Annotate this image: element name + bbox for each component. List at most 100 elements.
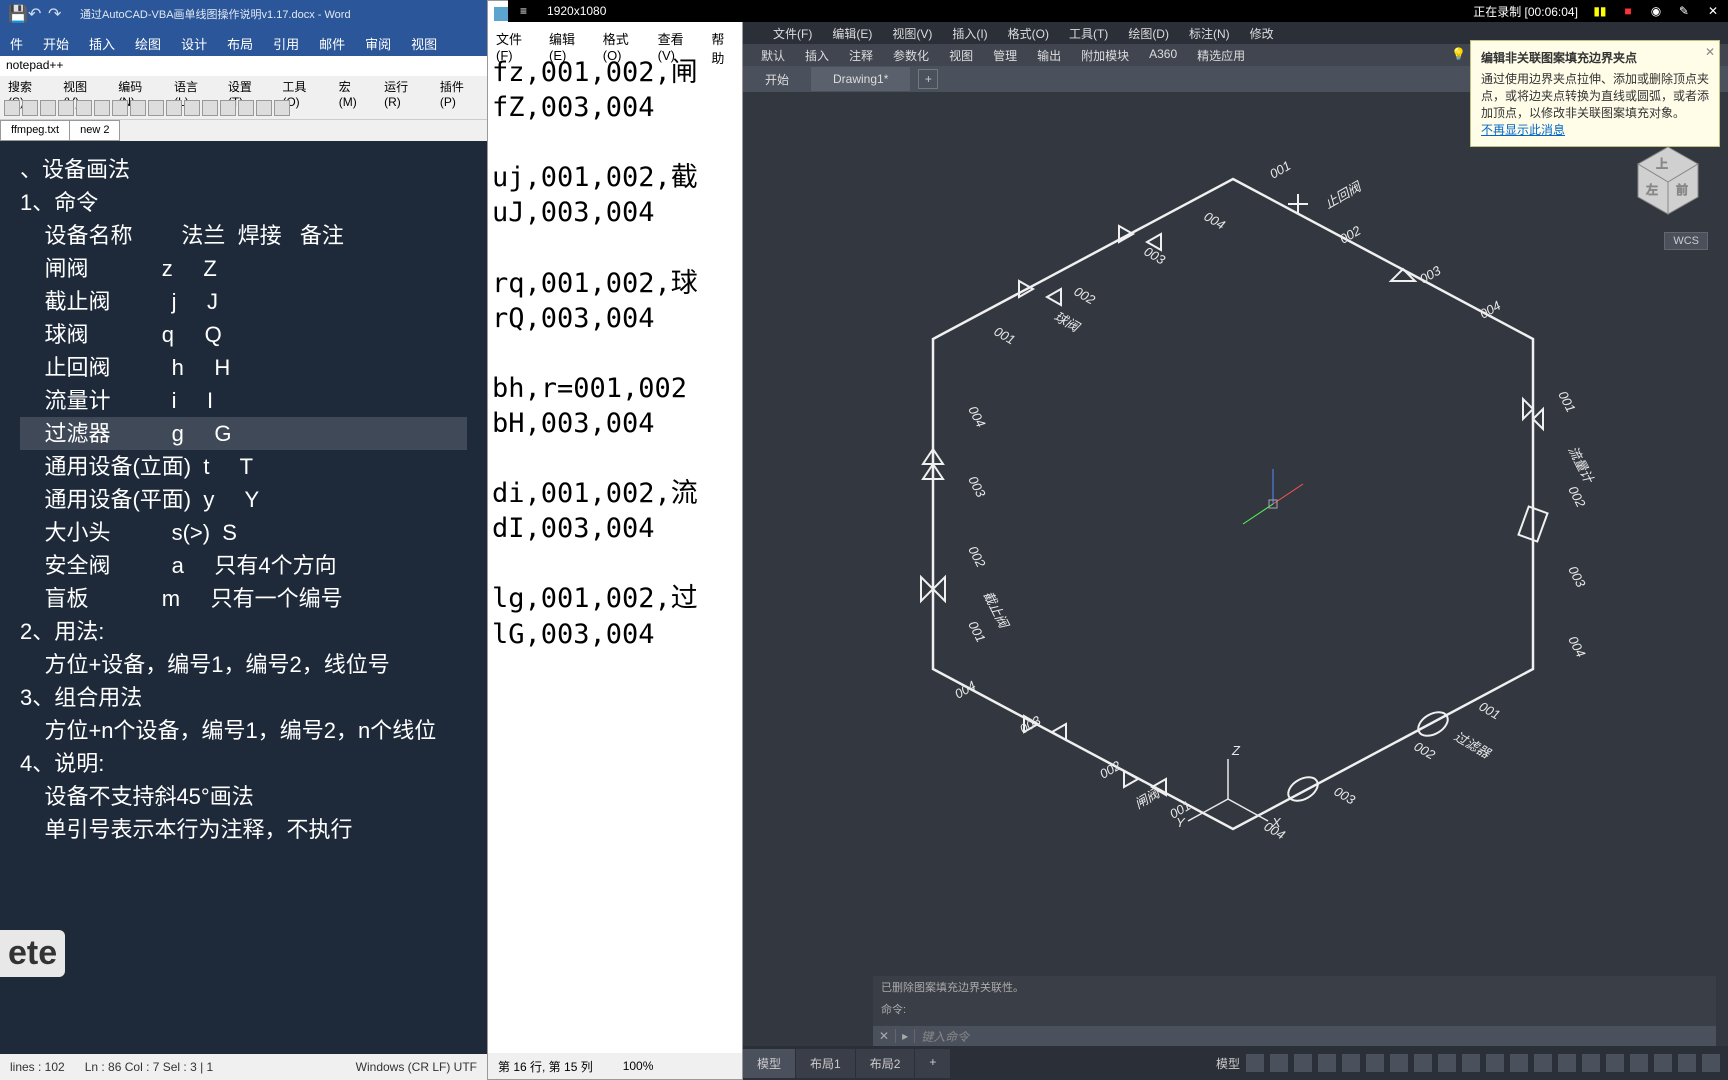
rtab-featured[interactable]: 精选应用 (1187, 44, 1255, 66)
workspace-icon[interactable] (1510, 1054, 1528, 1072)
npp-menu-tools[interactable]: 工具(O) (274, 76, 330, 96)
word-save-icon[interactable]: 💾 (8, 4, 22, 18)
polar-icon[interactable] (1318, 1054, 1336, 1072)
osnap-icon[interactable] (1342, 1054, 1360, 1072)
tb-new-icon[interactable] (4, 100, 20, 116)
ribbon-ref[interactable]: 引用 (263, 28, 309, 56)
layout-2[interactable]: 布局2 (856, 1049, 915, 1078)
cleanscreen-icon[interactable] (1678, 1054, 1696, 1072)
notepad-menubar[interactable]: 文件(F) 编辑(E) 格式(O) 查看(V) 帮助 (488, 27, 742, 49)
ribbon-insert[interactable]: 插入 (79, 28, 125, 56)
npp-toolbar[interactable] (0, 96, 487, 120)
rtab-default[interactable]: 默认 (751, 44, 795, 66)
tb-saveall-icon[interactable] (58, 100, 74, 116)
quickprops-icon[interactable] (1582, 1054, 1600, 1072)
tb-redo-icon[interactable] (166, 100, 182, 116)
lwt-icon[interactable] (1414, 1054, 1432, 1072)
ribbon-review[interactable]: 审阅 (355, 28, 401, 56)
npp-menu-encoding[interactable]: 编码(N) (110, 76, 166, 96)
word-ribbon[interactable]: 件 开始 插入 绘图 设计 布局 引用 邮件 审阅 视图 (0, 28, 487, 56)
np-menu-edit[interactable]: 编辑(E) (541, 27, 595, 49)
menu-modify[interactable]: 修改 (1240, 22, 1284, 44)
tb-replace-icon[interactable] (202, 100, 218, 116)
rec-pencil-icon[interactable]: ✎ (1674, 1, 1694, 21)
np-menu-help[interactable]: 帮助 (703, 27, 742, 49)
tb-paste-icon[interactable] (130, 100, 146, 116)
rtab-addins[interactable]: 附加模块 (1071, 44, 1139, 66)
npp-menu-settings[interactable]: 设置(T) (220, 76, 274, 96)
word-redo-icon[interactable]: ↷ (48, 4, 62, 18)
annoscale-icon[interactable] (1486, 1054, 1504, 1072)
snap-icon[interactable] (1270, 1054, 1288, 1072)
acad-command-panel[interactable]: 已删除图案填充边界关联性。 命令: 命令: ✕ ▸ 键入命令 (873, 976, 1716, 1046)
hardware-icon[interactable] (1654, 1054, 1672, 1072)
tab-add-button[interactable]: + (918, 69, 938, 89)
customize-icon[interactable] (1702, 1054, 1720, 1072)
menu-file[interactable]: 文件(F) (763, 22, 822, 44)
rec-camera-icon[interactable]: ◉ (1646, 1, 1666, 21)
layout-add[interactable]: + (915, 1049, 950, 1078)
layout-1[interactable]: 布局1 (796, 1049, 855, 1078)
rtab-a360[interactable]: A360 (1139, 44, 1187, 66)
tb-save-icon[interactable] (40, 100, 56, 116)
word-undo-icon[interactable]: ↶ (28, 4, 42, 18)
np-menu-format[interactable]: 格式(O) (595, 27, 650, 49)
rec-pause-button[interactable]: ▮▮ (1590, 1, 1610, 21)
menu-format[interactable]: 格式(O) (998, 22, 1059, 44)
wcs-label[interactable]: WCS (1664, 232, 1708, 250)
rtab-view[interactable]: 视图 (939, 44, 983, 66)
viewcube[interactable]: 上前左 (1628, 142, 1708, 222)
npp-tab-1[interactable]: ffmpeg.txt (0, 120, 70, 141)
np-menu-file[interactable]: 文件(F) (488, 27, 541, 49)
tb-cut-icon[interactable] (94, 100, 110, 116)
otrack-icon[interactable] (1390, 1054, 1408, 1072)
cmd-input[interactable]: 键入命令 (915, 1028, 975, 1045)
grid-icon[interactable] (1246, 1054, 1264, 1072)
rec-close-button[interactable]: ✕ (1698, 4, 1728, 18)
status-model-label[interactable]: 模型 (1216, 1055, 1240, 1072)
npp-menu-run[interactable]: 运行(R) (376, 76, 432, 96)
menu-tools[interactable]: 工具(T) (1059, 22, 1118, 44)
tab-drawing1[interactable]: Drawing1* (811, 67, 910, 91)
menu-dim[interactable]: 标注(N) (1179, 22, 1240, 44)
menu-insert[interactable]: 插入(I) (942, 22, 997, 44)
acad-statusbar[interactable]: 模型 布局1 布局2 + 模型 (743, 1046, 1728, 1080)
tb-copy-icon[interactable] (112, 100, 128, 116)
tb-print-icon[interactable] (76, 100, 92, 116)
ribbon-file[interactable]: 件 (0, 28, 33, 56)
ribbon-home[interactable]: 开始 (33, 28, 79, 56)
annomonitor-icon[interactable] (1534, 1054, 1552, 1072)
note-dismiss-link[interactable]: 不再显示此消息 (1481, 121, 1709, 138)
tb-zoom-icon[interactable] (220, 100, 236, 116)
cmd-chevron-icon[interactable]: ▸ (896, 1029, 915, 1043)
npp-menu-plugins[interactable]: 插件(P) (432, 76, 487, 96)
ribbon-mail[interactable]: 邮件 (309, 28, 355, 56)
cycling-icon[interactable] (1462, 1054, 1480, 1072)
rtab-insert[interactable]: 插入 (795, 44, 839, 66)
ribbon-draw[interactable]: 绘图 (125, 28, 171, 56)
menu-draw[interactable]: 绘图(D) (1118, 22, 1179, 44)
tb-open-icon[interactable] (22, 100, 38, 116)
npp-tab-2[interactable]: new 2 (69, 120, 120, 141)
transparency-icon[interactable] (1438, 1054, 1456, 1072)
rec-menu-icon[interactable]: ≡ (508, 4, 539, 18)
note-close-icon[interactable]: ✕ (1705, 45, 1715, 59)
rtab-manage[interactable]: 管理 (983, 44, 1027, 66)
lock-icon[interactable] (1606, 1054, 1624, 1072)
npp-menu-macro[interactable]: 宏(M) (331, 76, 376, 96)
ribbon-view[interactable]: 视图 (401, 28, 447, 56)
tb-rec-icon[interactable] (256, 100, 272, 116)
npp-menubar[interactable]: 搜索(S) 视图(V) 编码(N) 语言(L) 设置(T) 工具(O) 宏(M)… (0, 76, 487, 96)
rtab-output[interactable]: 输出 (1027, 44, 1071, 66)
tab-start[interactable]: 开始 (743, 66, 811, 93)
tb-find-icon[interactable] (184, 100, 200, 116)
npp-menu-view[interactable]: 视图(V) (55, 76, 110, 96)
npp-tabs[interactable]: ffmpeg.txt new 2 (0, 120, 487, 141)
cmd-close-icon[interactable]: ✕ (873, 1029, 896, 1043)
tb-play-icon[interactable] (274, 100, 290, 116)
np-menu-view[interactable]: 查看(V) (650, 27, 704, 49)
rtab-param[interactable]: 参数化 (883, 44, 939, 66)
menu-view[interactable]: 视图(V) (882, 22, 942, 44)
npp-editor[interactable]: 、设备画法1、命令 设备名称 法兰 焊接 备注 闸阀 z Z 截止阀 j J 球… (0, 141, 487, 1054)
ribbon-layout[interactable]: 布局 (217, 28, 263, 56)
